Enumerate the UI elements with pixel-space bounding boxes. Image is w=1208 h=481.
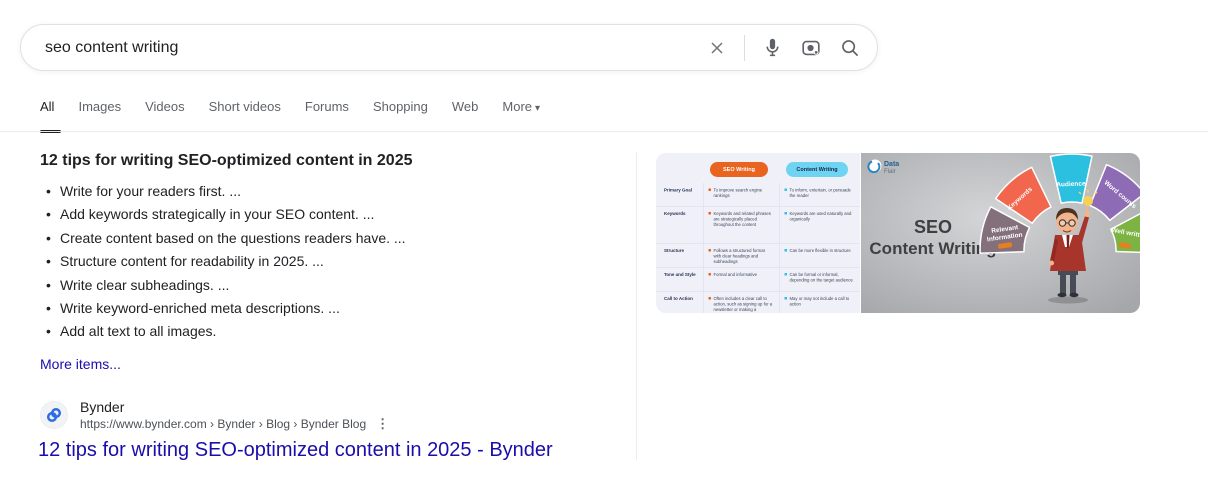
svg-text:Flair: Flair <box>884 169 896 175</box>
content-divider <box>636 152 637 460</box>
search-input[interactable] <box>45 39 707 57</box>
tab-more[interactable]: More▾ <box>502 99 540 122</box>
tab-images[interactable]: Images <box>78 99 121 122</box>
list-item: Create content based on the questions re… <box>40 231 600 245</box>
chevron-down-icon: ▾ <box>535 103 540 114</box>
infographic-title-line2: Content Writing <box>869 239 996 258</box>
seo-writing-pill: SEO Writing <box>710 162 768 177</box>
table-row: Structure Follows a structured format wi… <box>656 243 860 267</box>
list-item: Add keywords strategically in your SEO c… <box>40 207 600 221</box>
breadcrumb: https://www.bynder.com › Bynder › Blog ›… <box>80 416 366 432</box>
search-bar[interactable] <box>20 24 878 71</box>
source-name[interactable]: Bynder <box>80 398 388 416</box>
infographic-title-line1: SEO <box>914 217 952 237</box>
tab-shopping[interactable]: Shopping <box>373 99 428 122</box>
table-row: Primary Goal To improve search engine ra… <box>656 183 860 206</box>
result-title-link[interactable]: 12 tips for writing SEO-optimized conten… <box>38 439 553 462</box>
comparison-table: SEO Writing Content Writing Primary Goal… <box>656 153 860 313</box>
image-results: SEO Writing Content Writing Primary Goal… <box>656 153 1140 313</box>
label-audience: Audience <box>1056 180 1086 188</box>
snippet-list: Write for your readers first. ... Add ke… <box>40 184 600 348</box>
search-icon[interactable] <box>839 37 861 59</box>
result-tabs: All Images Videos Short videos Forums Sh… <box>40 99 540 122</box>
tab-short-videos[interactable]: Short videos <box>209 99 281 122</box>
table-row: Call to Action Often includes a clear ca… <box>656 291 860 313</box>
lightbulb-icon <box>1083 196 1093 206</box>
searchbar-divider <box>744 35 745 61</box>
mic-icon[interactable] <box>762 37 783 58</box>
svg-text:Data: Data <box>884 161 899 168</box>
list-item: Write clear subheadings. ... <box>40 278 600 292</box>
tab-web[interactable]: Web <box>452 99 479 122</box>
table-row: Tone and Style Formal and informative Ca… <box>656 267 860 291</box>
list-item: Write for your readers first. ... <box>40 184 600 198</box>
list-item: Structure content for readability in 202… <box>40 254 600 268</box>
thumbnail-infographic[interactable]: Data Flair SEO Content Writing Keywords … <box>861 153 1140 313</box>
dataflair-logo: Data Flair <box>868 160 899 176</box>
list-item: Add alt text to all images. <box>40 324 600 338</box>
table-row: Keywords Keywords and related phrases ar… <box>656 206 860 243</box>
tab-forums[interactable]: Forums <box>305 99 349 122</box>
more-items-link[interactable]: More items... <box>40 356 121 372</box>
content-writing-pill: Content Writing <box>786 162 848 177</box>
result-source: Bynder https://www.bynder.com › Bynder ›… <box>40 398 388 432</box>
snippet-title: 12 tips for writing SEO-optimized conten… <box>40 152 413 170</box>
tab-videos[interactable]: Videos <box>145 99 185 122</box>
tab-all[interactable]: All <box>40 99 54 122</box>
bynder-logo-icon <box>41 401 67 429</box>
bynder-favicon <box>40 401 68 429</box>
lens-icon[interactable] <box>800 37 822 59</box>
thumbnail-comparison-table[interactable]: SEO Writing Content Writing Primary Goal… <box>656 153 860 313</box>
list-item: Write keyword-enriched meta descriptions… <box>40 301 600 315</box>
tabs-divider <box>0 131 1208 132</box>
kebab-menu-icon[interactable]: ⋮ <box>376 416 388 432</box>
clear-icon[interactable] <box>707 38 727 58</box>
